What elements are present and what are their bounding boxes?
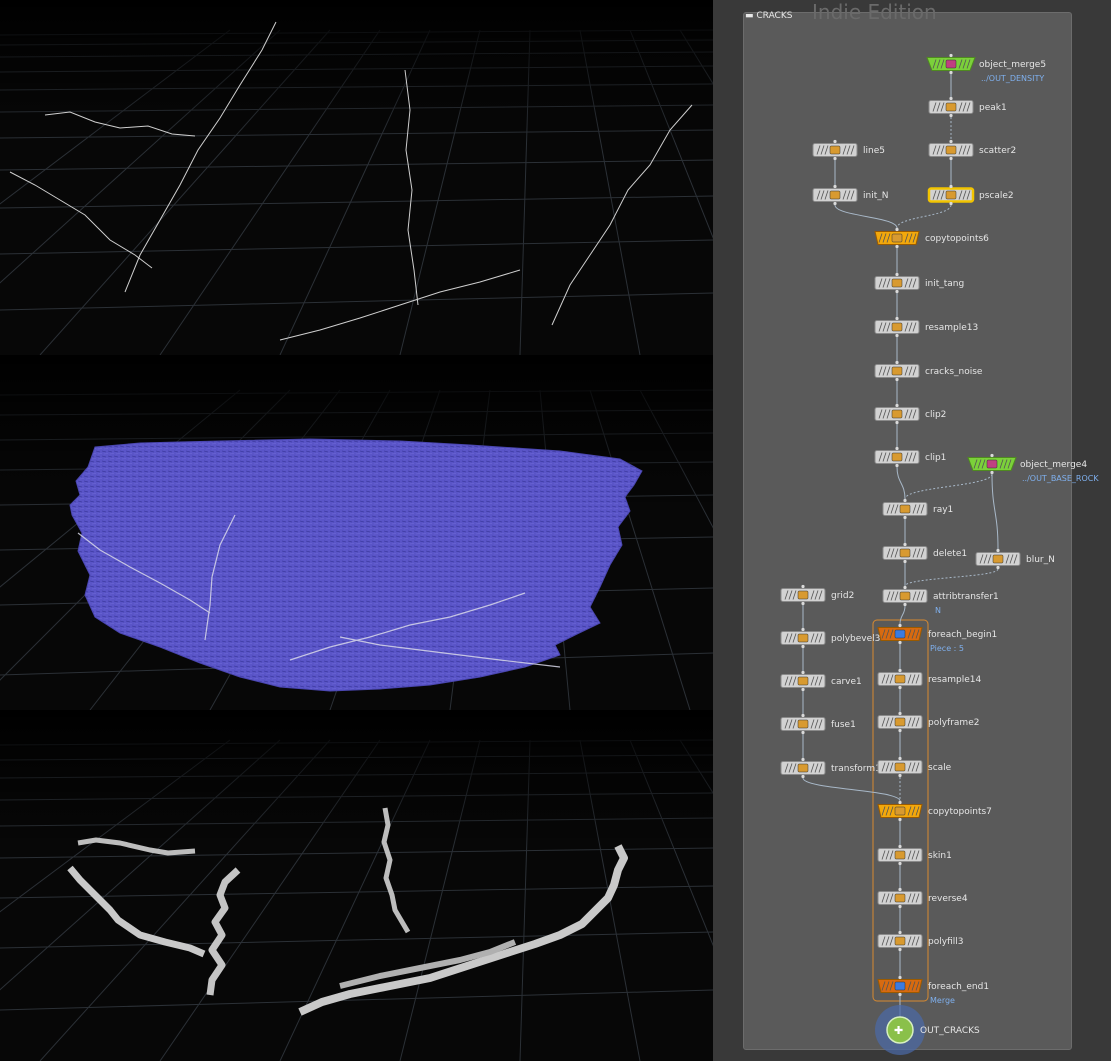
network-box-cracks[interactable] — [743, 12, 1072, 1050]
network-box-title[interactable]: ▬ CRACKS — [745, 11, 792, 21]
network-box-title-text: CRACKS — [756, 11, 793, 21]
viewport-crack-ribbons[interactable] — [0, 710, 713, 1061]
collapse-icon[interactable]: ▬ — [745, 11, 754, 21]
viewport-rock[interactable] — [0, 355, 713, 710]
edition-watermark: Indie Edition — [812, 0, 937, 24]
viewport-area — [0, 0, 713, 1061]
viewport-crack-curves[interactable] — [0, 0, 713, 355]
